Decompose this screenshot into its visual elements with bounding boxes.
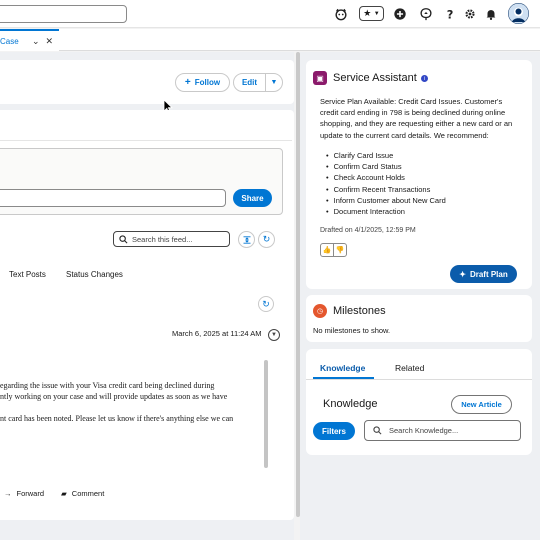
post-timestamp[interactable]: March 6, 2025 at 11:24 AM (172, 329, 262, 338)
publisher-divider (0, 140, 292, 141)
milestones-icon: ◷ (313, 304, 327, 318)
setup-gear-icon[interactable] (462, 6, 478, 22)
post-line (0, 402, 264, 413)
drafted-timestamp: Drafted on 4/1/2025, 12:59 PM (320, 227, 416, 234)
post-refresh-button[interactable]: ↻ (258, 296, 274, 312)
add-icon[interactable] (392, 6, 408, 22)
feed-refresh-button[interactable]: ↻ (258, 231, 275, 248)
post-scrollbar[interactable] (264, 360, 268, 468)
comment-icon: ▰ (61, 489, 67, 498)
plan-step: Check Account Holds (326, 172, 446, 183)
refresh-icon: ↻ (262, 298, 270, 309)
help-icon[interactable]: ? (442, 6, 458, 22)
search-icon (373, 426, 382, 435)
service-plan-steps: Clarify Card Issue Confirm Card Status C… (326, 150, 446, 217)
workspace-tab-bar: Case ⌄ ✕ (0, 29, 540, 51)
service-assistant-icon: ▣ (313, 71, 327, 85)
service-plan-summary: Service Plan Available: Credit Card Issu… (320, 97, 513, 140)
feed-filter-button[interactable] (238, 231, 255, 248)
tab-divider (306, 379, 532, 380)
share-button[interactable]: Share (233, 189, 272, 207)
svg-text:?: ? (447, 7, 454, 21)
user-avatar[interactable] (508, 3, 529, 24)
knowledge-heading: Knowledge (323, 398, 378, 410)
feed-search-placeholder: Search this feed... (132, 234, 193, 244)
edit-button-group: Edit ▼ (233, 73, 283, 92)
filter-tab-text-posts[interactable]: Text Posts (9, 270, 46, 279)
plan-step: Inform Customer about New Card (326, 195, 446, 206)
plus-icon: + (184, 77, 191, 88)
filter-tab-status-changes[interactable]: Status Changes (66, 270, 123, 279)
trailhead-icon[interactable] (418, 6, 434, 22)
post-actions-dropdown-icon[interactable]: ▼ (268, 329, 280, 341)
notifications-bell-icon[interactable] (483, 6, 499, 22)
forward-icon: → (4, 489, 12, 498)
active-tab-indicator (313, 377, 374, 379)
knowledge-search-placeholder: Search Knowledge... (389, 426, 459, 435)
search-icon (119, 234, 128, 243)
collapse-icon (243, 235, 250, 244)
global-search-box[interactable] (0, 5, 127, 23)
comment-action[interactable]: ▰ Comment (61, 489, 104, 498)
sparkle-icon: ✦ (459, 269, 466, 279)
tab-case-label: Case (0, 36, 19, 46)
service-assistant-title: Service Assistant (333, 72, 417, 84)
feed-search-input[interactable]: Search this feed... (113, 231, 230, 247)
post-line: egarding the issue with your Visa credit… (0, 381, 215, 390)
follow-label: Follow (194, 78, 221, 87)
plan-step: Confirm Card Status (326, 161, 446, 172)
forward-label: Forward (16, 489, 45, 498)
plan-step: Clarify Card Issue (326, 150, 446, 161)
forward-action[interactable]: → Forward (4, 489, 44, 498)
feedback-buttons: 👍 👎 (320, 243, 347, 257)
thumbs-up-icon[interactable]: 👍 (321, 244, 334, 256)
favorites-dropdown-icon[interactable]: ▼ (374, 11, 380, 17)
draft-plan-label: Draft Plan (469, 269, 508, 279)
milestones-title: Milestones (333, 305, 386, 317)
chevron-down-icon[interactable]: ⌄ (32, 36, 40, 47)
post-line: nt card has been noted. Please let us kn… (0, 414, 234, 423)
refresh-icon: ↻ (262, 234, 271, 244)
plan-step: Document Interaction (326, 206, 446, 217)
publisher-input[interactable] (0, 189, 226, 207)
comment-label: Comment (71, 489, 105, 498)
global-header: ★ ▼ ? (0, 0, 540, 28)
post-body: egarding the issue with your Visa credit… (0, 380, 264, 424)
filters-button[interactable]: Filters (313, 422, 355, 440)
favorites-group[interactable]: ★ ▼ (359, 6, 384, 21)
post-line: ntly working on your case and will provi… (0, 392, 228, 401)
info-icon[interactable]: i (421, 75, 428, 82)
more-actions-dropdown-icon[interactable]: ▼ (266, 74, 282, 91)
close-tab-icon[interactable]: ✕ (46, 36, 54, 47)
tab-knowledge[interactable]: Knowledge (320, 363, 365, 373)
edit-button[interactable]: Edit (234, 74, 266, 91)
tab-case[interactable]: Case ⌄ ✕ (0, 29, 59, 51)
favorites-star-icon[interactable]: ★ (363, 8, 371, 19)
knowledge-search-input[interactable]: Search Knowledge... (364, 420, 521, 441)
tab-related[interactable]: Related (395, 363, 424, 373)
plan-step: Confirm Recent Transactions (326, 184, 446, 195)
astro-icon[interactable] (333, 6, 349, 22)
thumbs-down-icon[interactable]: 👎 (334, 244, 346, 256)
follow-button[interactable]: + Follow (175, 73, 230, 92)
draft-plan-button[interactable]: ✦ Draft Plan (450, 265, 517, 283)
new-article-button[interactable]: New Article (451, 395, 512, 414)
milestones-empty-text: No milestones to show. (313, 326, 391, 335)
